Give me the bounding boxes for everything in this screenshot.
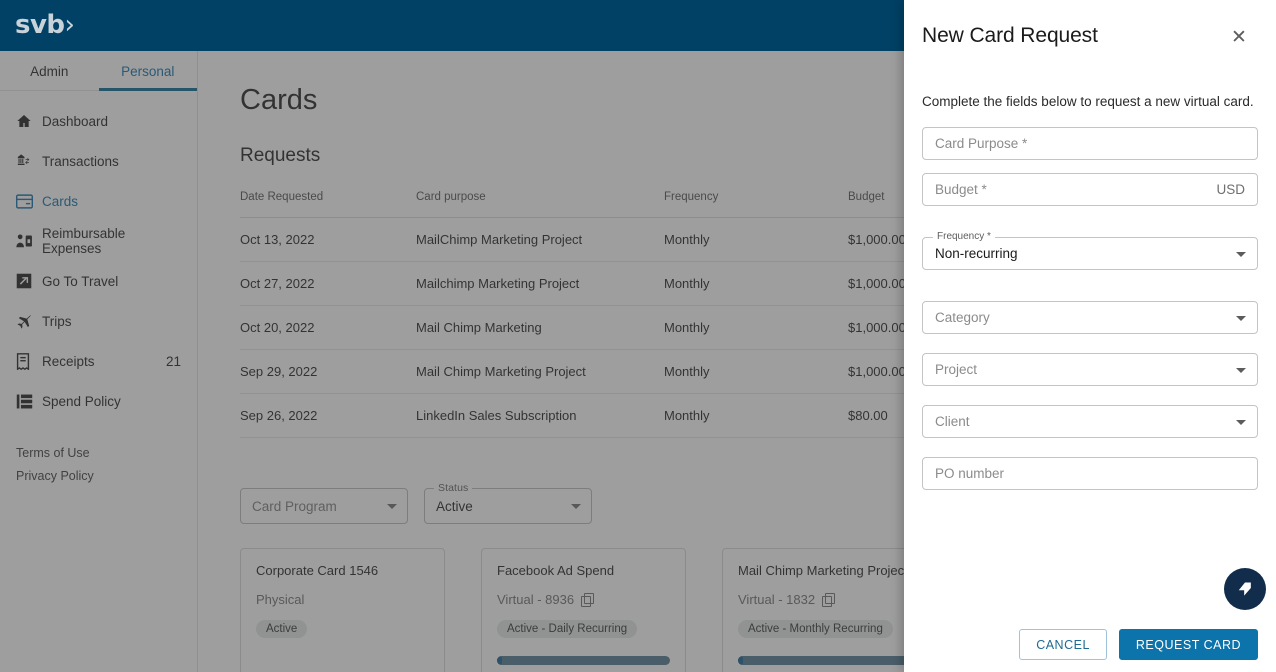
client-placeholder: Client: [935, 414, 970, 429]
cancel-button[interactable]: CANCEL: [1019, 629, 1107, 660]
chevron-down-icon: [1236, 251, 1246, 257]
frequency-select-value: Non-recurring: [935, 246, 1018, 261]
chevron-down-icon: [1236, 367, 1246, 373]
card-purpose-input[interactable]: Card Purpose *: [922, 127, 1258, 160]
drawer-actions: CANCEL REQUEST CARD: [1019, 629, 1258, 660]
project-placeholder: Project: [935, 362, 978, 377]
chevron-down-icon: [1236, 419, 1246, 425]
close-icon[interactable]: ✕: [1228, 26, 1250, 48]
po-number-placeholder: PO number: [935, 466, 1005, 481]
client-select[interactable]: Client: [922, 405, 1258, 438]
card-purpose-placeholder: Card Purpose *: [935, 136, 1028, 151]
budget-input[interactable]: Budget * USD: [922, 173, 1258, 206]
brand-name: svb: [15, 10, 65, 40]
field-spacer: [922, 270, 1258, 288]
field-spacer: [922, 206, 1258, 224]
send-arrow-icon: [1238, 582, 1251, 596]
chat-launcher-button[interactable]: [1224, 568, 1266, 610]
chevron-down-icon: [1236, 315, 1246, 321]
chevron-right-icon: ›: [64, 10, 75, 40]
category-select[interactable]: Category: [922, 301, 1258, 334]
new-card-request-drawer: New Card Request ✕ Complete the fields b…: [904, 0, 1276, 672]
request-card-button[interactable]: REQUEST CARD: [1118, 629, 1258, 660]
frequency-select[interactable]: Frequency * Non-recurring: [922, 231, 1258, 270]
po-number-input[interactable]: PO number: [922, 457, 1258, 490]
svb-logo[interactable]: svb›: [15, 10, 75, 40]
budget-currency-suffix: USD: [1216, 182, 1245, 197]
app-root: svb› Admin Personal Dashboard: [0, 0, 1276, 672]
frequency-select-label: Frequency *: [933, 231, 995, 242]
budget-placeholder: Budget *: [935, 182, 987, 197]
project-select[interactable]: Project: [922, 353, 1258, 386]
category-placeholder: Category: [935, 310, 990, 325]
drawer-intro-text: Complete the fields below to request a n…: [922, 94, 1254, 109]
drawer-title: New Card Request: [922, 24, 1098, 47]
